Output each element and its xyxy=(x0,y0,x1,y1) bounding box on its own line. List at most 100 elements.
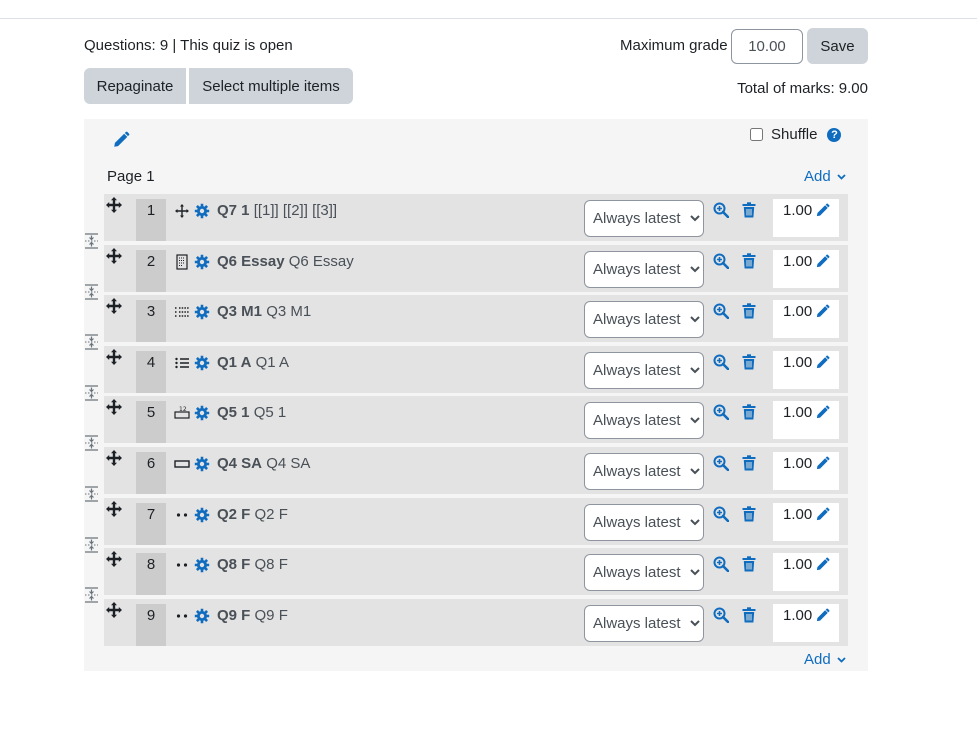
shuffle-label: Shuffle xyxy=(771,126,818,143)
gear-icon[interactable] xyxy=(194,203,210,219)
preview-icon[interactable] xyxy=(713,303,730,320)
add-menu-top[interactable]: Add xyxy=(804,168,846,185)
version-select[interactable]: Always latest xyxy=(584,605,704,642)
version-select[interactable]: Always latest xyxy=(584,402,704,439)
question-slot: 1 Q7 1 [[1]] [[2]] [[3]] Always latest 1… xyxy=(104,194,848,241)
slot-number: 3 xyxy=(136,300,166,342)
add-page-break-icon[interactable] xyxy=(84,385,99,401)
move-icon[interactable] xyxy=(106,501,122,521)
preview-icon[interactable] xyxy=(713,354,730,371)
add-page-break-icon[interactable] xyxy=(84,587,99,603)
delete-icon[interactable] xyxy=(742,455,756,471)
question-slot: 4 Q1 A Q1 A Always latest 1.00 xyxy=(104,346,848,393)
question-name: Q7 1 xyxy=(217,202,250,219)
edit-mark-icon[interactable] xyxy=(815,304,830,319)
move-icon[interactable] xyxy=(106,399,122,419)
add-page-break-icon[interactable] xyxy=(84,537,99,553)
max-mark: 1.00 xyxy=(783,506,813,523)
shuffle-checkbox[interactable] xyxy=(750,128,763,141)
move-icon[interactable] xyxy=(106,197,122,217)
add-page-break-icon[interactable] xyxy=(84,435,99,451)
question-name: Q5 1 xyxy=(217,404,250,421)
numerical-icon: 12 xyxy=(174,406,190,419)
add-page-break-icon[interactable] xyxy=(84,284,99,300)
version-select[interactable]: Always latest xyxy=(584,200,704,237)
delete-icon[interactable] xyxy=(742,303,756,319)
delete-icon[interactable] xyxy=(742,506,756,522)
save-button[interactable]: Save xyxy=(807,28,868,64)
question-slot: 3 Q3 M1 Q3 M1 Always latest 1.00 xyxy=(104,295,848,342)
move-icon[interactable] xyxy=(106,551,122,571)
question-text: Q3 M1 xyxy=(266,303,312,320)
edit-mark-icon[interactable] xyxy=(815,254,830,269)
question-name-link[interactable]: Q1 A Q1 A xyxy=(217,354,289,371)
delete-icon[interactable] xyxy=(742,607,756,623)
max-mark: 1.00 xyxy=(783,354,813,371)
select-multiple-button[interactable]: Select multiple items xyxy=(189,68,353,104)
delete-icon[interactable] xyxy=(742,556,756,572)
preview-icon[interactable] xyxy=(713,202,730,219)
delete-icon[interactable] xyxy=(742,253,756,269)
max-mark: 1.00 xyxy=(783,455,813,472)
shortanswer-icon xyxy=(174,460,190,468)
add-page-break-icon[interactable] xyxy=(84,486,99,502)
gear-icon[interactable] xyxy=(194,507,210,523)
edit-mark-icon[interactable] xyxy=(815,405,830,420)
version-select[interactable]: Always latest xyxy=(584,251,704,288)
edit-section-heading-icon[interactable] xyxy=(112,131,130,149)
gear-icon[interactable] xyxy=(194,608,210,624)
question-name-link[interactable]: Q3 M1 Q3 M1 xyxy=(217,303,311,320)
version-select[interactable]: Always latest xyxy=(584,504,704,541)
question-name-link[interactable]: Q5 1 Q5 1 xyxy=(217,404,286,421)
help-icon[interactable]: ? xyxy=(827,127,842,142)
question-name-link[interactable]: Q7 1 [[1]] [[2]] [[3]] xyxy=(217,202,337,219)
move-icon[interactable] xyxy=(106,450,122,470)
edit-mark-icon[interactable] xyxy=(815,557,830,572)
delete-icon[interactable] xyxy=(742,202,756,218)
gear-icon[interactable] xyxy=(194,355,210,371)
preview-icon[interactable] xyxy=(713,556,730,573)
version-select[interactable]: Always latest xyxy=(584,352,704,389)
question-name-link[interactable]: Q4 SA Q4 SA xyxy=(217,455,310,472)
delete-icon[interactable] xyxy=(742,404,756,420)
edit-mark-icon[interactable] xyxy=(815,456,830,471)
add-page-break-icon[interactable] xyxy=(84,233,99,249)
add-menu-bottom[interactable]: Add xyxy=(804,651,846,668)
chevron-down-icon xyxy=(837,173,846,180)
gear-icon[interactable] xyxy=(194,456,210,472)
multichoice-icon xyxy=(175,357,189,369)
move-icon[interactable] xyxy=(106,602,122,622)
svg-text:12: 12 xyxy=(179,406,187,413)
question-name: Q1 A xyxy=(217,354,252,371)
question-name-link[interactable]: Q2 F Q2 F xyxy=(217,506,288,523)
gear-icon[interactable] xyxy=(194,405,210,421)
question-name-link[interactable]: Q8 F Q8 F xyxy=(217,556,288,573)
repaginate-button[interactable]: Repaginate xyxy=(84,68,186,104)
preview-icon[interactable] xyxy=(713,253,730,270)
move-icon[interactable] xyxy=(106,298,122,318)
preview-icon[interactable] xyxy=(713,404,730,421)
gear-icon[interactable] xyxy=(194,557,210,573)
slot-number: 2 xyxy=(136,250,166,292)
total-marks: Total of marks: 9.00 xyxy=(737,80,868,97)
preview-icon[interactable] xyxy=(713,455,730,472)
max-grade-input[interactable] xyxy=(731,29,803,64)
gear-icon[interactable] xyxy=(194,304,210,320)
preview-icon[interactable] xyxy=(713,506,730,523)
add-page-break-icon[interactable] xyxy=(84,334,99,350)
move-icon[interactable] xyxy=(106,349,122,369)
preview-icon[interactable] xyxy=(713,607,730,624)
question-name-link[interactable]: Q9 F Q9 F xyxy=(217,607,288,624)
gear-icon[interactable] xyxy=(194,254,210,270)
edit-mark-icon[interactable] xyxy=(815,355,830,370)
edit-mark-icon[interactable] xyxy=(815,507,830,522)
delete-icon[interactable] xyxy=(742,354,756,370)
version-select[interactable]: Always latest xyxy=(584,301,704,338)
edit-mark-icon[interactable] xyxy=(815,203,830,218)
move-icon[interactable] xyxy=(106,248,122,268)
version-select[interactable]: Always latest xyxy=(584,554,704,591)
version-select[interactable]: Always latest xyxy=(584,453,704,490)
question-name-link[interactable]: Q6 Essay Q6 Essay xyxy=(217,253,354,270)
question-slot: 6 Q4 SA Q4 SA Always latest 1.00 xyxy=(104,447,848,494)
edit-mark-icon[interactable] xyxy=(815,608,830,623)
